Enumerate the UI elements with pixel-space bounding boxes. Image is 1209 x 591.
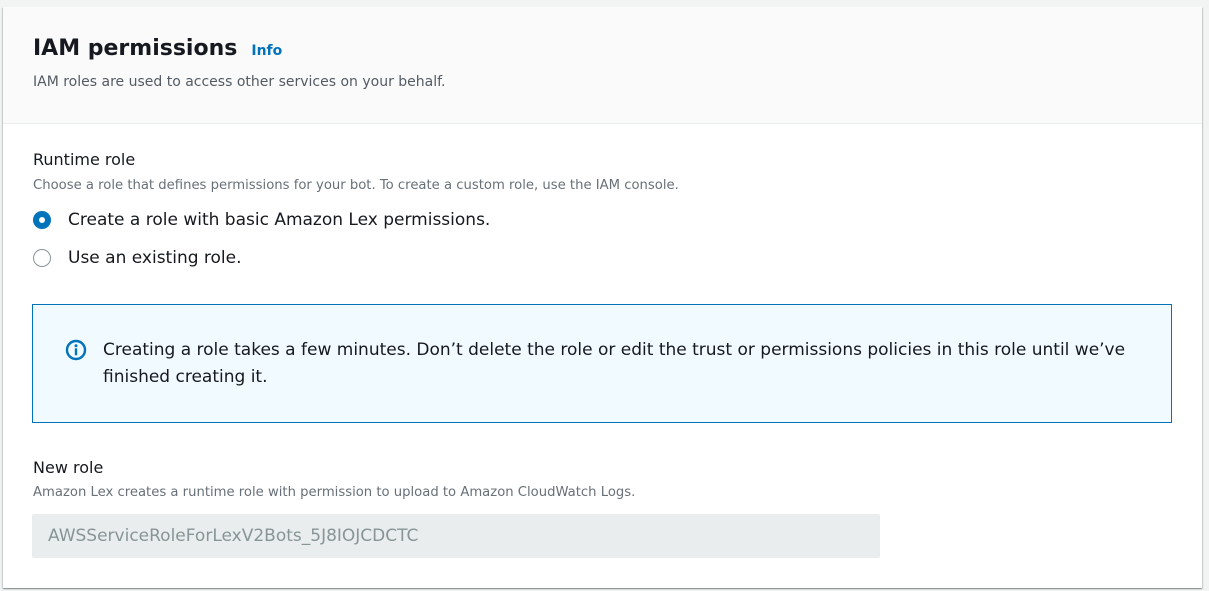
new-role-description: Amazon Lex creates a runtime role with p… (33, 485, 636, 500)
alert-text: Creating a role takes a few minutes. Don… (103, 340, 1126, 387)
panel-description: IAM roles are used to access other servi… (33, 74, 446, 90)
info-circle-icon (65, 339, 87, 361)
runtime-role-description: Choose a role that defines permissions f… (33, 178, 679, 193)
radio-button-unselected[interactable] (33, 249, 51, 267)
info-alert: Creating a role takes a few minutes. Don… (32, 304, 1172, 423)
iam-permissions-panel: IAM permissions Info IAM roles are used … (3, 7, 1202, 588)
title-row: IAM permissions Info (33, 35, 282, 63)
radio-create-role[interactable]: Create a role with basic Amazon Lex perm… (33, 210, 490, 230)
radio-existing-role-label: Use an existing role. (68, 248, 242, 268)
info-link[interactable]: Info (251, 43, 282, 59)
radio-existing-role[interactable]: Use an existing role. (33, 248, 242, 268)
panel-header: IAM permissions Info IAM roles are used … (3, 7, 1202, 124)
runtime-role-label: Runtime role (33, 150, 136, 169)
panel-title: IAM permissions (33, 36, 238, 61)
radio-button-selected[interactable] (33, 211, 51, 229)
new-role-name-field[interactable]: AWSServiceRoleForLexV2Bots_5J8IOJCDCTC (32, 514, 880, 558)
new-role-label: New role (33, 458, 104, 477)
radio-create-role-label: Create a role with basic Amazon Lex perm… (68, 210, 491, 230)
